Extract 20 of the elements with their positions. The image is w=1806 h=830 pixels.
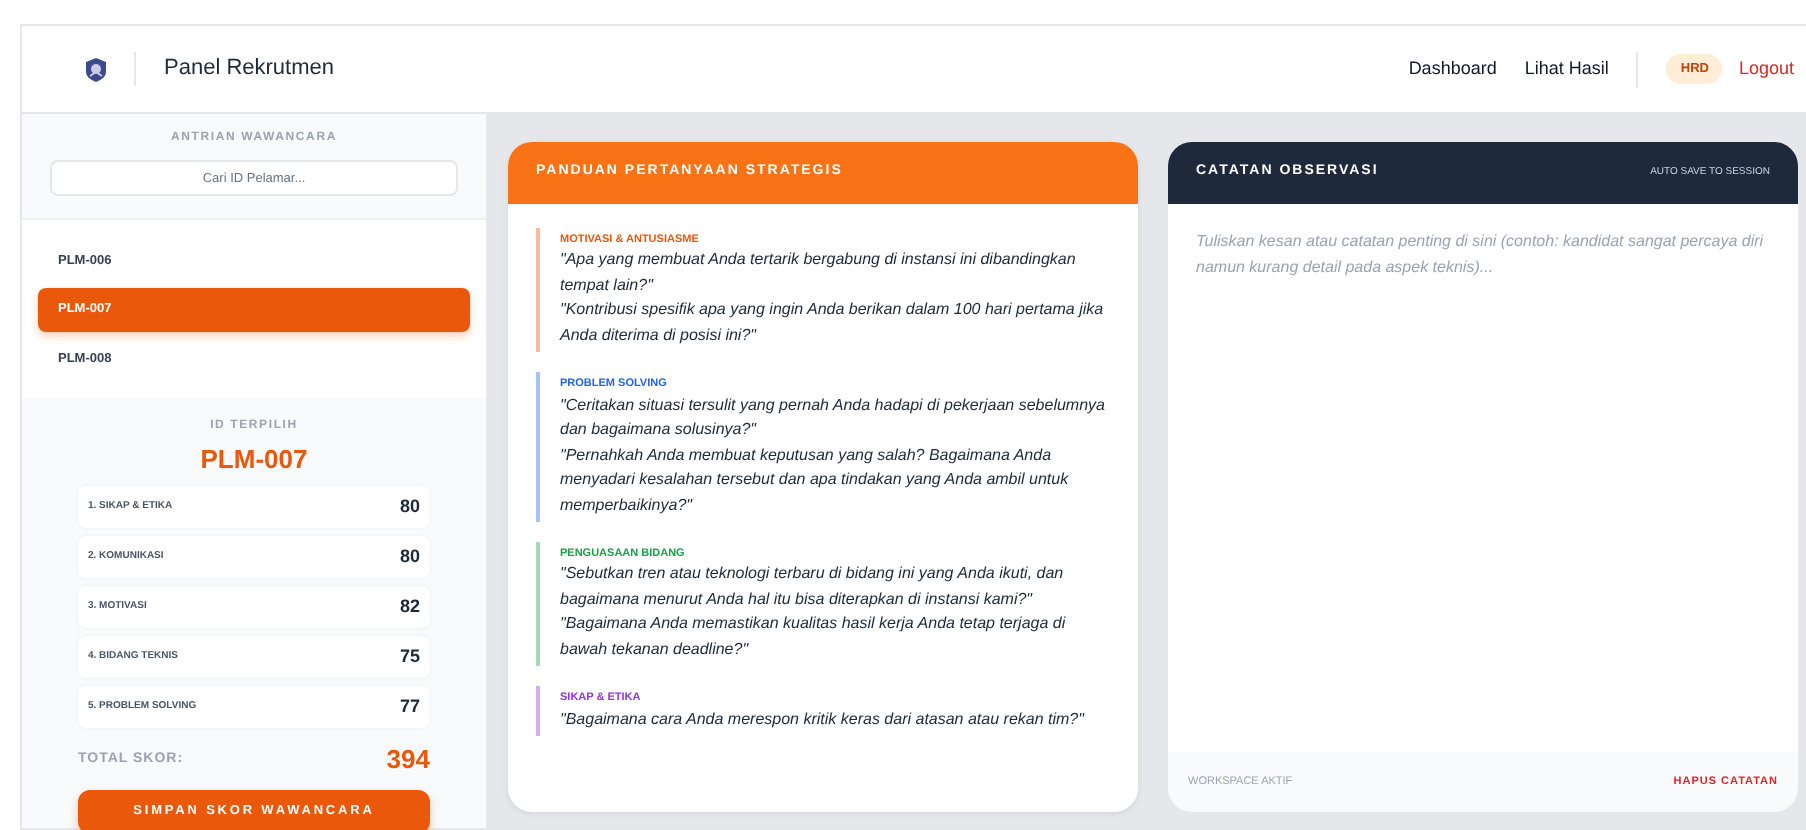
score-field[interactable]: 80 <box>360 494 420 521</box>
score-field[interactable]: 82 <box>360 594 420 621</box>
score-field[interactable]: 80 <box>360 544 420 571</box>
total-score: 394 <box>386 742 430 779</box>
logout-link[interactable]: Logout <box>1738 55 1794 83</box>
score-field[interactable]: 77 <box>360 694 420 721</box>
selected-id: PLM-007 <box>200 441 308 478</box>
logo-icon <box>82 55 110 83</box>
nav-link[interactable]: Dashboard <box>1408 55 1497 83</box>
notes-field[interactable]: Tuliskan kesan atau catatan penting di sini (contoh: kandidat sangat percaya diri namun kurang detail pada aspek teknis)... <box>1168 204 1798 752</box>
question-text: "Pernahkah Anda membuat keputusan yang salah? Bagaimana Anda menyadari kesalahan tersebut dan apa tindakan yang Anda ambil untuk memperbaikinya?" <box>560 443 1071 518</box>
question-text: "Kontribusi spesifik apa yang ingin Anda berikan dalam 100 hari pertama jika Anda diterima di posisi ini?" <box>560 298 1106 348</box>
question-text: "Apa yang membuat Anda tertarik bergabung di instansi ini dibandingkan tempat lain?" <box>560 248 1078 298</box>
question-text: "Bagaimana Anda memastikan kualitas hasil kerja Anda tetap terjaga di bawah tekanan deadline?" <box>560 612 1068 662</box>
nav-link[interactable]: Lihat Hasil <box>1524 55 1609 83</box>
question-text: "Ceritakan situasi tersulit yang pernah Anda hadapi di pekerjaan sebelumnya dan bagaimana solusinya?" <box>560 393 1107 442</box>
question-text: "Sebutkan tren atau teknologi terbaru di bidang ini yang Anda ikuti, dan bagaimana menurut Anda hal itu bisa diterapkan di instansi kami?" <box>560 562 1066 612</box>
question-text: "Bagaimana cara Anda merespon kritik keras dari atasan atau rekan tim?" <box>560 707 1087 732</box>
score-field[interactable]: 75 <box>360 644 420 671</box>
brand-title: Panel Rekrutmen <box>134 52 334 86</box>
